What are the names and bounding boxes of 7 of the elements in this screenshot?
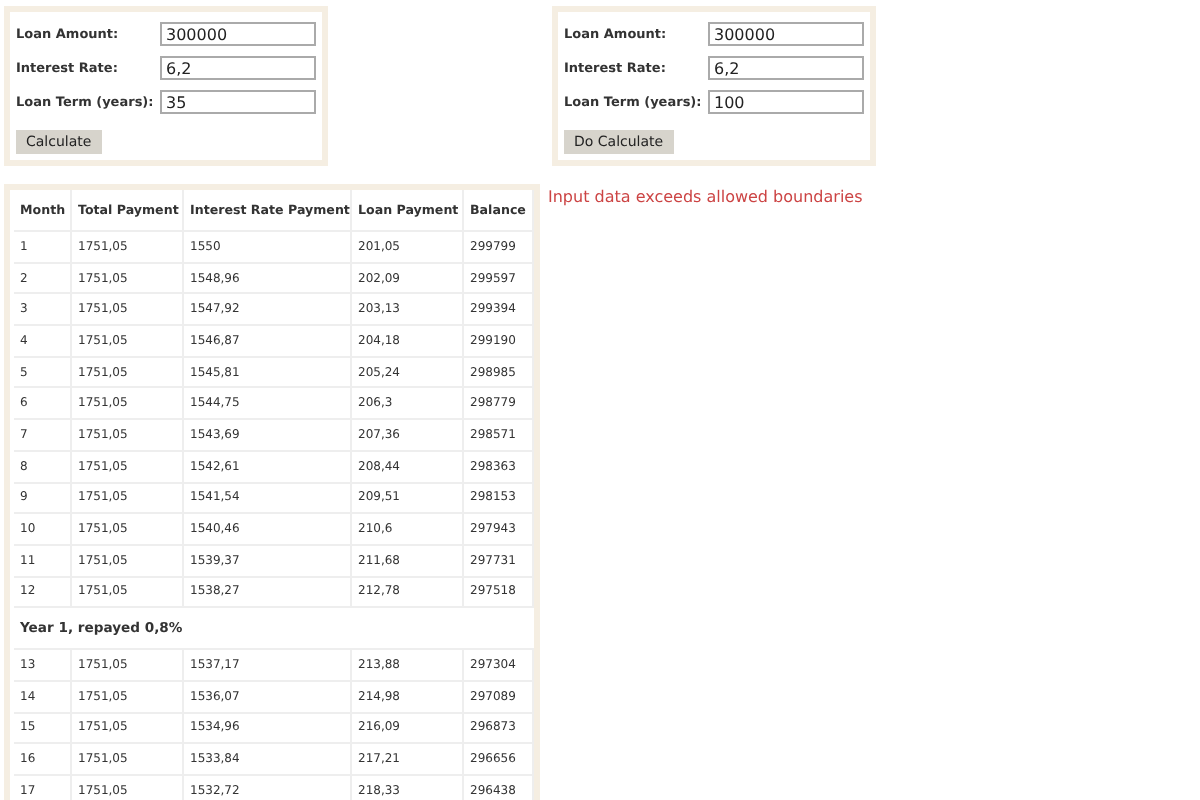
input-field[interactable]: 6,2: [708, 56, 864, 80]
input-field[interactable]: 300000: [160, 22, 316, 46]
input-field[interactable]: 35: [160, 90, 316, 114]
input-field[interactable]: 100: [708, 90, 864, 114]
error-message: Input data exceeds allowed boundaries: [548, 188, 863, 206]
input-field[interactable]: 6,2: [160, 56, 316, 80]
input-field[interactable]: 300000: [708, 22, 864, 46]
